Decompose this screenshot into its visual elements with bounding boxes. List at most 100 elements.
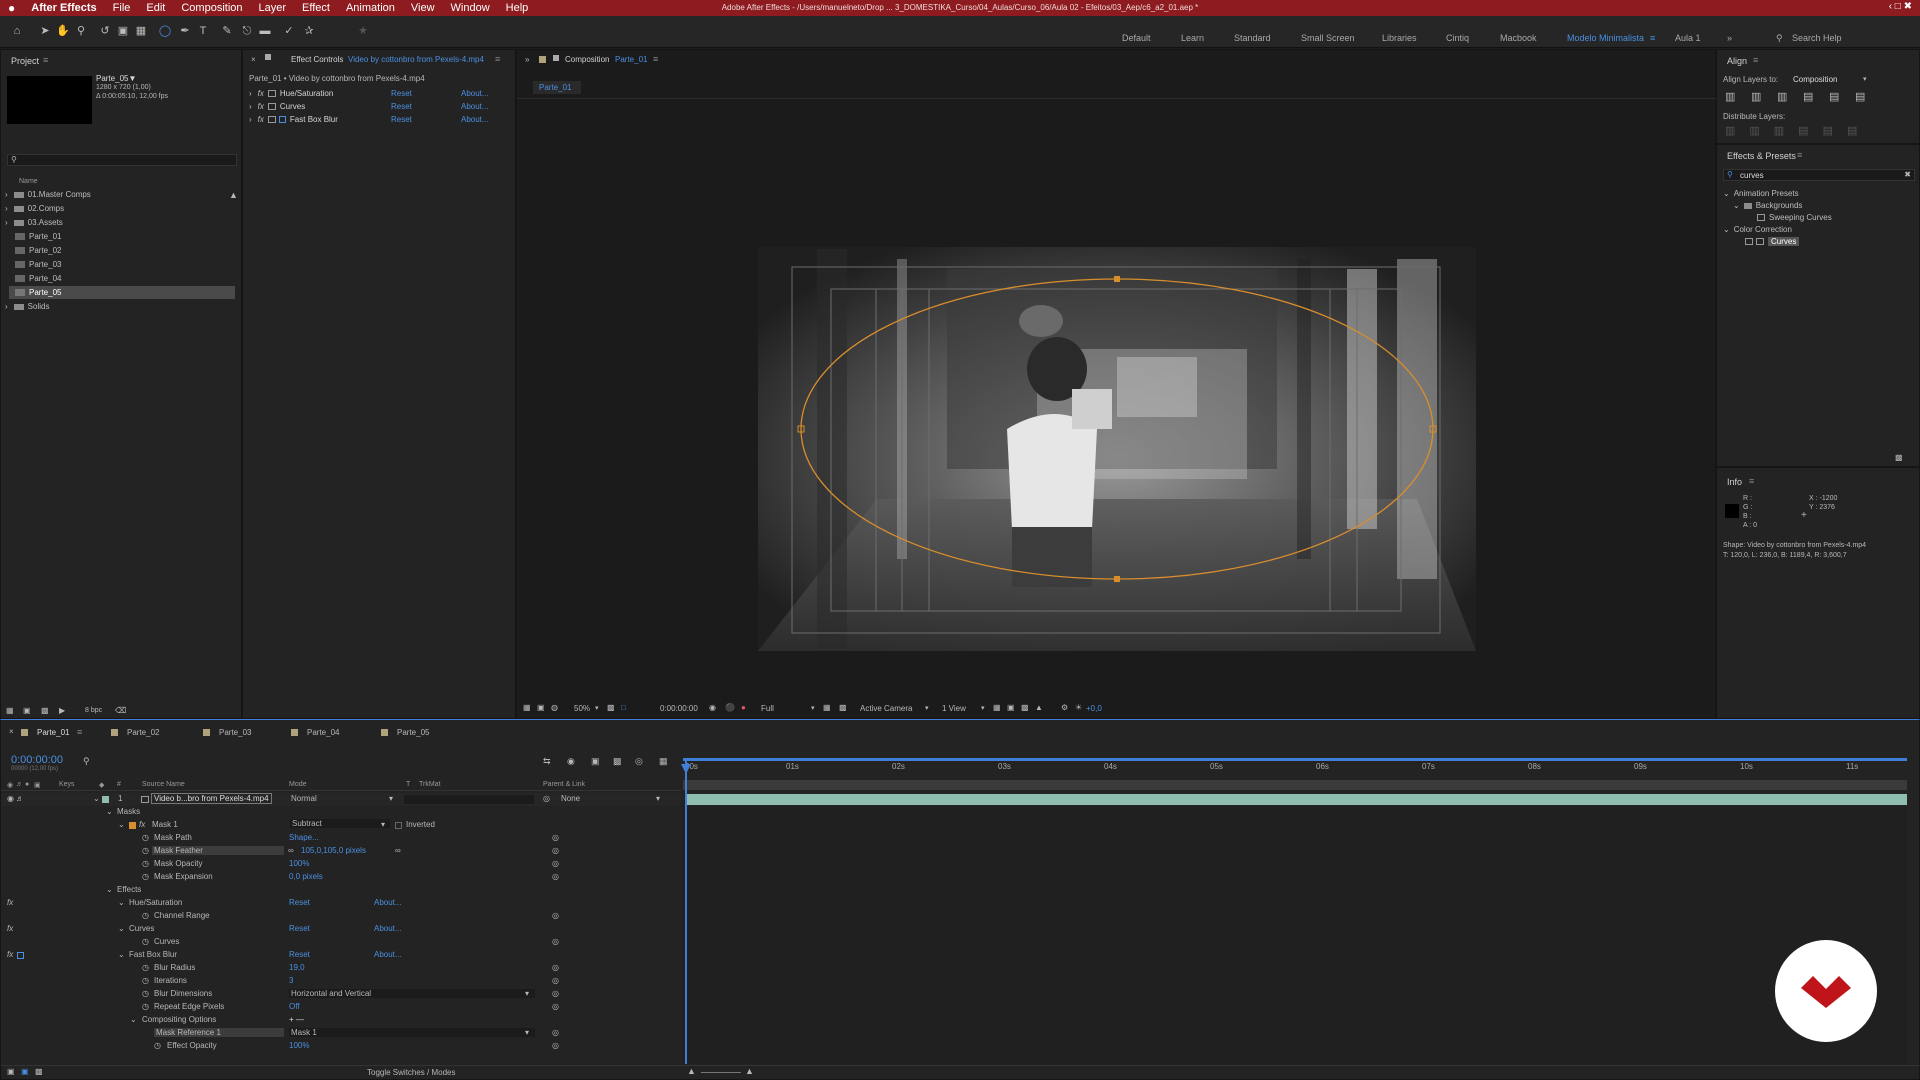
pen-tool-icon[interactable]: ✒: [178, 24, 192, 38]
panel-menu-icon[interactable]: ≡: [77, 727, 82, 737]
safe-margins-icon[interactable]: ▩: [607, 703, 615, 712]
effect-curves[interactable]: › fx Curves Reset About...: [243, 100, 517, 113]
roto-brush-tool-icon[interactable]: ✓: [282, 24, 296, 38]
pickwhip-icon[interactable]: ◎: [552, 976, 559, 985]
blur-radius-value[interactable]: 19,0: [289, 963, 305, 972]
zoom-in-icon[interactable]: ▲: [745, 1066, 754, 1076]
frame-blending-icon[interactable]: ▩: [613, 756, 622, 767]
trash-icon[interactable]: ⌫: [115, 706, 126, 715]
panel-menu-icon[interactable]: ≡: [43, 55, 48, 65]
clone-stamp-tool-icon[interactable]: ⎋: [240, 24, 254, 38]
flowchart-icon[interactable]: ▲: [1035, 703, 1043, 712]
flowchart-icon[interactable]: ▲: [229, 190, 238, 200]
panel-menu-icon[interactable]: ≡: [1749, 476, 1754, 486]
composition-tab-name[interactable]: Parte_01: [615, 55, 647, 64]
zoom-slider[interactable]: [701, 1072, 741, 1073]
fast-previews-icon[interactable]: ▦: [823, 703, 831, 712]
close-icon[interactable]: ×: [251, 55, 256, 64]
exposure-value[interactable]: +0,0: [1086, 704, 1102, 713]
camera-tool-icon[interactable]: ▣: [116, 24, 130, 38]
fx-icon[interactable]: fx: [258, 102, 264, 111]
effects-search-input[interactable]: ⚲ curves ✖: [1723, 169, 1915, 181]
type-tool-icon[interactable]: T: [196, 24, 210, 38]
solo-column-icon[interactable]: ●: [25, 781, 29, 788]
iterations-row[interactable]: ◷ Iterations 3 ◎: [1, 975, 681, 988]
menu-file[interactable]: File: [105, 2, 139, 14]
new-folder-icon[interactable]: ▣: [23, 706, 31, 715]
interpret-footage-icon[interactable]: ▦: [6, 706, 14, 715]
channel-range-row[interactable]: ◷ Channel Range ◎: [1, 910, 681, 923]
mask-visibility-icon[interactable]: ▣: [537, 703, 545, 712]
reset-button[interactable]: Reset: [289, 924, 310, 933]
composition-mini-flowchart-icon[interactable]: ⇆: [543, 756, 551, 767]
selection-tool-icon[interactable]: ➤: [38, 24, 52, 38]
mask-reference-dropdown[interactable]: Mask 1: [289, 1028, 535, 1037]
tree-curves[interactable]: Curves: [1717, 235, 1920, 248]
layer-switches-icon[interactable]: ▣: [7, 1067, 15, 1076]
motion-blur-icon[interactable]: ◎: [635, 756, 643, 767]
apple-icon[interactable]: ●: [0, 1, 23, 15]
composition-frame[interactable]: [517, 99, 1717, 699]
panel-grip-icon[interactable]: »: [525, 55, 529, 64]
curves-property-row[interactable]: ◷ Curves ◎: [1, 936, 681, 949]
reset-button[interactable]: Reset: [391, 115, 412, 124]
audio-column-icon[interactable]: ♬: [16, 781, 23, 788]
pickwhip-icon[interactable]: ◎: [552, 937, 559, 946]
blur-dimensions-dropdown[interactable]: Horizontal and Vertical: [289, 989, 535, 998]
viewer-timecode[interactable]: 0:00:00:00: [660, 704, 698, 713]
info-panel-title[interactable]: Info: [1727, 477, 1742, 487]
mask-opacity-value[interactable]: 100%: [289, 859, 309, 868]
fx-icon[interactable]: fx: [7, 898, 13, 907]
views-dropdown[interactable]: 1 View: [942, 704, 966, 713]
fx-icon[interactable]: fx: [7, 950, 13, 959]
effect-controls-tab-layer[interactable]: Video by cottonbro from Pexels-4.mp4: [348, 55, 484, 64]
visibility-column-icon[interactable]: ◉: [7, 781, 13, 789]
camera-dropdown[interactable]: Active Camera: [860, 704, 912, 713]
pickwhip-icon[interactable]: ◎: [552, 989, 559, 998]
align-left-icon[interactable]: ▥: [1725, 90, 1735, 103]
layer-mode-dropdown[interactable]: Normal: [291, 794, 317, 803]
iterations-value[interactable]: 3: [289, 976, 293, 985]
project-item-comps[interactable]: › 02.Comps: [1, 202, 243, 215]
toggle-switches-modes-button[interactable]: Toggle Switches / Modes: [367, 1068, 456, 1077]
timeline-icon[interactable]: ▩: [1021, 703, 1029, 712]
menu-animation[interactable]: Animation: [338, 2, 403, 14]
mask-feather-value[interactable]: 105,0,105,0 pixels: [301, 846, 366, 855]
effect-opacity-value[interactable]: 100%: [289, 1041, 309, 1050]
fx-icon[interactable]: fx: [258, 115, 264, 124]
region-icon[interactable]: □: [621, 703, 626, 712]
project-search-input[interactable]: ⚲: [7, 154, 237, 166]
resolution-dropdown[interactable]: Full: [761, 704, 774, 713]
pickwhip-icon[interactable]: ◎: [552, 833, 559, 842]
graph-editor-icon[interactable]: ▦: [659, 756, 668, 767]
in-out-icon[interactable]: ▩: [35, 1067, 43, 1076]
zoom-out-icon[interactable]: ▲: [687, 1066, 696, 1076]
timeline-tab-parte-04[interactable]: Parte_04: [289, 726, 369, 740]
stopwatch-icon[interactable]: ◷: [142, 963, 149, 972]
snapping-icon[interactable]: ★: [356, 24, 370, 38]
new-bin-icon[interactable]: ▩: [1895, 453, 1903, 462]
inverted-checkbox[interactable]: [395, 822, 402, 829]
number-column[interactable]: #: [117, 781, 121, 788]
mask-1-row[interactable]: ⌄ fx Mask 1 Subtract ▾ Inverted: [1, 819, 681, 832]
lock-icon[interactable]: [265, 54, 271, 60]
project-item-parte-05[interactable]: Parte_05: [9, 286, 235, 299]
stopwatch-icon[interactable]: ◷: [142, 1002, 149, 1011]
parent-link-column[interactable]: Parent & Link: [543, 781, 585, 788]
effect-controls-tab-prefix[interactable]: Effect Controls: [291, 55, 343, 64]
mask-feather-row[interactable]: ◷ Mask Feather ∞ 105,0,105,0 pixels ∞ ◎: [1, 845, 681, 858]
label-column-icon[interactable]: ◆: [99, 781, 104, 789]
project-item-assets[interactable]: › 03.Assets: [1, 216, 243, 229]
workspace-aula-1[interactable]: Aula 1: [1675, 33, 1701, 43]
workspace-overflow-icon[interactable]: »: [1727, 33, 1732, 43]
pickwhip-icon[interactable]: ◎: [552, 859, 559, 868]
project-item-parte-01[interactable]: Parte_01: [1, 230, 243, 243]
constrain-proportions-icon[interactable]: ∞: [288, 846, 294, 855]
home-icon[interactable]: ⌂: [10, 24, 24, 38]
clear-search-icon[interactable]: ✖: [1904, 170, 1911, 179]
search-help-icon[interactable]: ⚲: [1776, 33, 1783, 44]
mask-expansion-value[interactable]: 0,0 pixels: [289, 872, 323, 881]
playhead[interactable]: [685, 758, 687, 1064]
time-ruler[interactable]: 00s 01s 02s 03s 04s 05s 06s 07s 08s 09s …: [683, 758, 1913, 780]
composition-tab-prefix[interactable]: Composition: [565, 55, 609, 64]
